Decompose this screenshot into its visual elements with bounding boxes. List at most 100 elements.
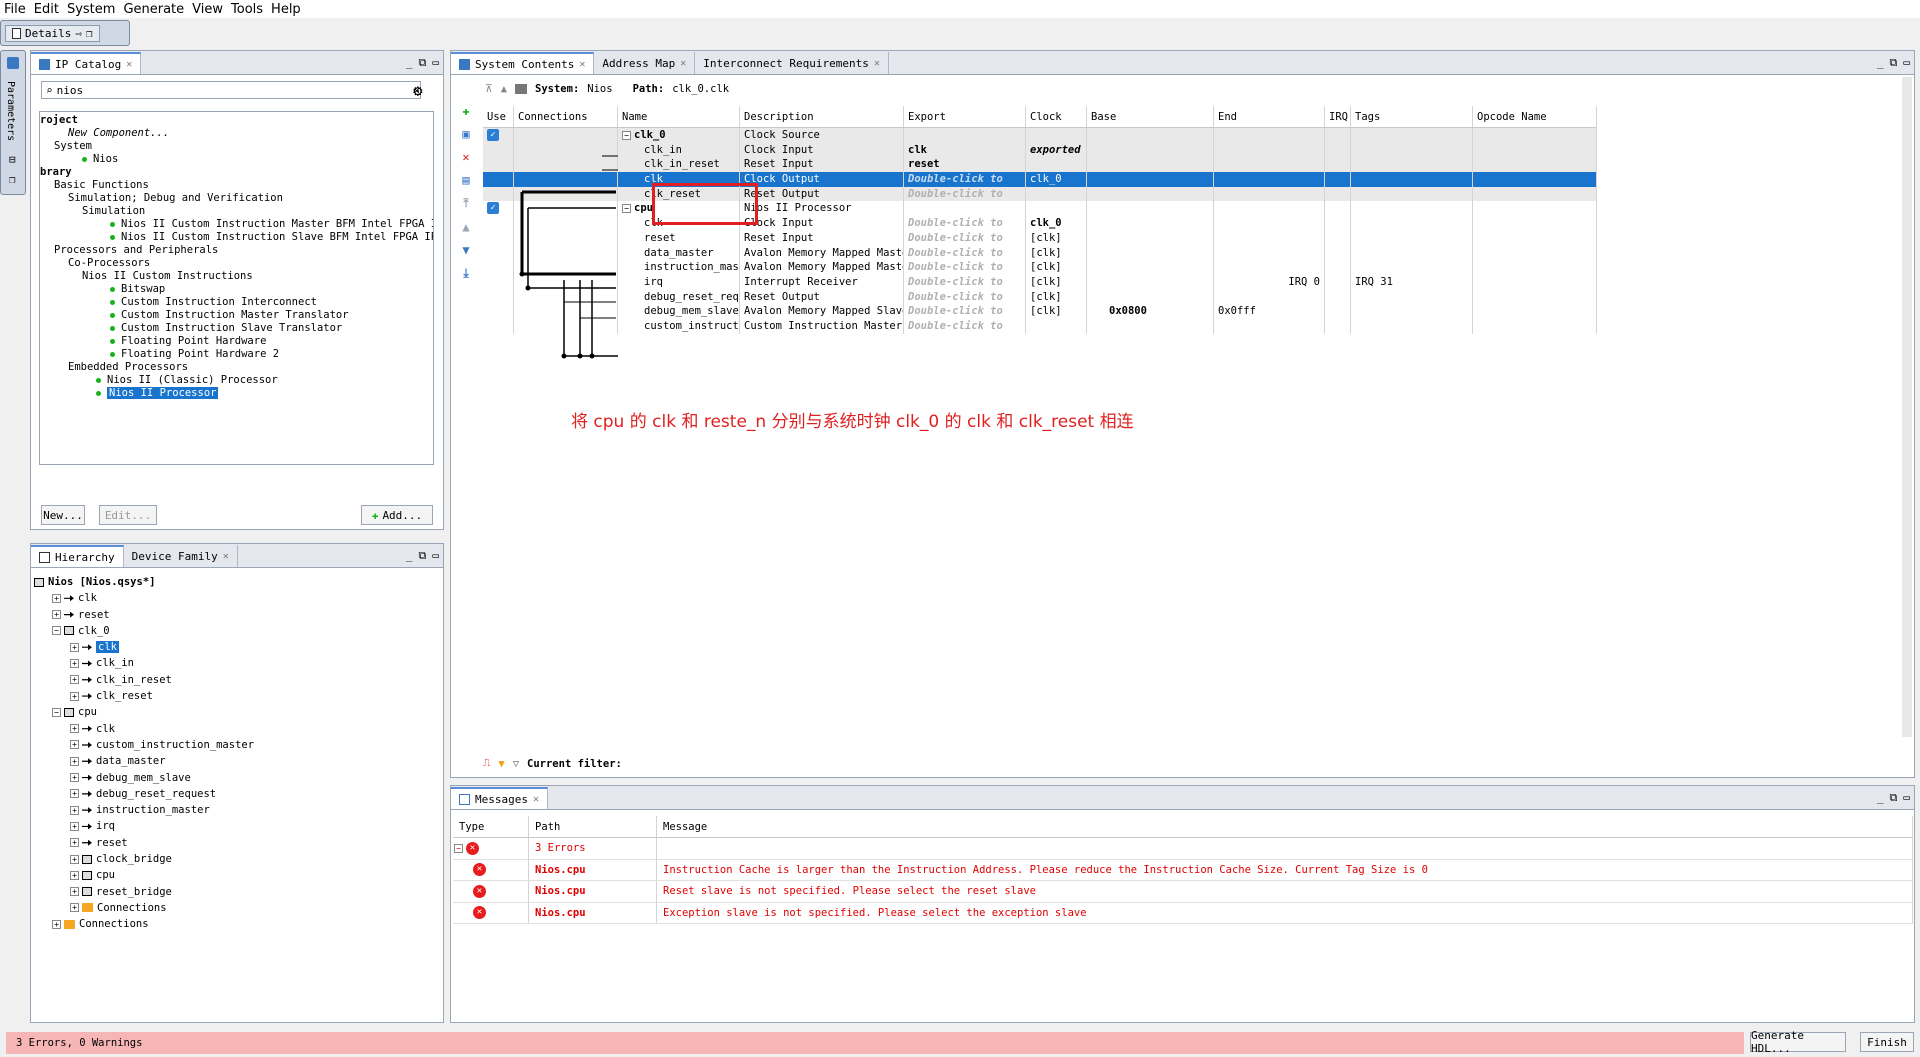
- row-export[interactable]: Double-click to: [904, 216, 1026, 231]
- col-base[interactable]: Base: [1087, 106, 1214, 127]
- add-button[interactable]: ✚ Add...: [361, 505, 433, 525]
- table-row[interactable]: reset Reset Input Double-click to [clk]: [483, 230, 1597, 246]
- hierarchy-item[interactable]: Nios [Nios.qsys*]: [34, 574, 439, 590]
- parameters-icon[interactable]: [7, 57, 19, 69]
- collapse-icon[interactable]: −: [454, 843, 463, 853]
- catalog-tree-item[interactable]: Nios: [40, 153, 433, 166]
- move-down-icon[interactable]: ▼: [462, 243, 469, 257]
- use-checkbox[interactable]: ✓: [487, 202, 499, 215]
- row-clock[interactable]: [clk]: [1026, 289, 1087, 305]
- hierarchy-item[interactable]: + clk: [34, 639, 439, 655]
- row-clock[interactable]: [clk]: [1026, 245, 1087, 261]
- hierarchy-item[interactable]: + reset: [34, 607, 439, 623]
- detach-icon[interactable]: ⧉: [419, 549, 427, 563]
- filter-clear-icon[interactable]: ▽: [513, 758, 519, 770]
- row-clock[interactable]: clk_0: [1026, 216, 1087, 231]
- remove-icon[interactable]: ✕: [462, 150, 469, 164]
- menu-view[interactable]: View: [188, 2, 227, 17]
- hierarchy-item[interactable]: + clk_in: [34, 655, 439, 671]
- row-clock[interactable]: [clk]: [1026, 274, 1087, 290]
- tab-system-contents[interactable]: System Contents ✕: [451, 52, 595, 74]
- collapse-all-icon[interactable]: ⊼: [485, 83, 493, 95]
- move-top-icon[interactable]: ⤒: [463, 196, 468, 211]
- expand-icon[interactable]: +: [70, 821, 79, 831]
- catalog-tree-item[interactable]: Nios II Custom Instruction Slave BFM Int…: [40, 231, 433, 244]
- tab-ip-catalog[interactable]: IP Catalog ✕: [31, 52, 142, 74]
- catalog-tree-item[interactable]: Embedded Processors: [40, 361, 433, 374]
- menu-generate[interactable]: Generate: [119, 2, 188, 17]
- table-row[interactable]: ✓ − cpu Nios II Processor: [483, 201, 1597, 217]
- maximize-icon[interactable]: ▭: [1903, 56, 1910, 70]
- catalog-tree-item[interactable]: Co-Processors: [40, 257, 433, 270]
- expand-icon[interactable]: +: [70, 854, 79, 864]
- col-use[interactable]: Use: [483, 106, 514, 127]
- col-opcode-name[interactable]: Opcode Name: [1473, 106, 1597, 127]
- col-export[interactable]: Export: [904, 106, 1026, 127]
- row-export[interactable]: Double-click to: [904, 230, 1026, 246]
- row-clock[interactable]: [1026, 128, 1087, 143]
- catalog-tree-item[interactable]: Simulation: [40, 205, 433, 218]
- maximize-icon[interactable]: ▭: [432, 56, 439, 70]
- hierarchy-item[interactable]: + Connections: [34, 900, 439, 916]
- expand-icon[interactable]: +: [70, 691, 79, 701]
- col-clock[interactable]: Clock: [1026, 106, 1087, 127]
- table-row[interactable]: custom_instructi...Custom Instruction Ma…: [483, 318, 1597, 334]
- tab-device-family[interactable]: Device Family ✕: [124, 545, 238, 567]
- row-export[interactable]: reset: [904, 157, 1026, 173]
- row-export[interactable]: Double-click to: [904, 318, 1026, 334]
- message-row[interactable]: ✕ Nios.cpu Reset slave is not specified. P…: [453, 881, 1913, 903]
- row-clock[interactable]: exported: [1026, 142, 1087, 158]
- move-bottom-icon[interactable]: ⤓: [463, 266, 468, 281]
- table-row[interactable]: clk_in Clock Input clk exported: [483, 142, 1597, 158]
- hierarchy-item[interactable]: + Connections: [34, 916, 439, 932]
- hierarchy-item[interactable]: + reset_bridge: [34, 884, 439, 900]
- minimize-icon[interactable]: _: [406, 549, 413, 563]
- up-icon[interactable]: ▲: [501, 83, 507, 95]
- catalog-tree-item[interactable]: Simulation; Debug and Verification: [40, 192, 433, 205]
- row-export[interactable]: Double-click to: [904, 172, 1026, 187]
- search-input[interactable]: [56, 83, 410, 97]
- col-message[interactable]: Message: [657, 816, 1913, 837]
- row-export[interactable]: [904, 201, 1026, 217]
- col-irq[interactable]: IRQ: [1325, 106, 1351, 127]
- catalog-tree-item[interactable]: Custom Instruction Slave Translator: [40, 322, 433, 335]
- expand-icon[interactable]: +: [70, 789, 79, 799]
- hierarchy-item[interactable]: + clk: [34, 590, 439, 606]
- parameters-label[interactable]: Parameters: [5, 81, 16, 141]
- catalog-tree-item[interactable]: Floating Point Hardware 2: [40, 348, 433, 361]
- menu-file[interactable]: File: [0, 2, 30, 17]
- expand-icon[interactable]: +: [70, 642, 79, 652]
- tab-hierarchy[interactable]: Hierarchy: [31, 545, 124, 567]
- catalog-tree-item[interactable]: Bitswap: [40, 283, 433, 296]
- row-clock[interactable]: [1026, 318, 1087, 334]
- close-icon[interactable]: ✕: [680, 58, 686, 69]
- catalog-tree-item[interactable]: Custom Instruction Master Translator: [40, 309, 433, 322]
- restore-icon[interactable]: ❐: [9, 173, 16, 186]
- table-row[interactable]: data_master Avalon Memory Mapped Master Do…: [483, 245, 1597, 261]
- table-row[interactable]: debug_mem_slave Avalon Memory Mapped Slav…: [483, 304, 1597, 319]
- col-name[interactable]: Name: [618, 106, 740, 127]
- expand-icon[interactable]: +: [52, 593, 61, 603]
- row-clock[interactable]: [clk]: [1026, 304, 1087, 319]
- message-row[interactable]: ✕ Nios.cpu Instruction Cache is larger tha…: [453, 859, 1913, 881]
- table-row[interactable]: instruction_masterAvalon Memory Mapped M…: [483, 260, 1597, 275]
- row-clock[interactable]: [clk]: [1026, 260, 1087, 275]
- expand-icon[interactable]: +: [70, 870, 79, 880]
- col-connections[interactable]: Connections: [514, 106, 618, 127]
- row-export[interactable]: Double-click to: [904, 289, 1026, 305]
- row-export[interactable]: Double-click to: [904, 186, 1026, 202]
- expand-icon[interactable]: +: [70, 887, 79, 897]
- expand-icon[interactable]: +: [70, 675, 79, 685]
- catalog-tree-item[interactable]: roject: [40, 114, 433, 127]
- collapse-icon[interactable]: −: [622, 203, 631, 213]
- pin-icon[interactable]: ⇨: [75, 27, 82, 40]
- close-icon[interactable]: ✕: [533, 794, 539, 805]
- row-export[interactable]: [904, 128, 1026, 143]
- duplicate-icon[interactable]: ▣: [462, 127, 469, 141]
- hierarchy-item[interactable]: − cpu: [34, 704, 439, 720]
- close-icon[interactable]: ✕: [126, 59, 132, 70]
- hierarchy-item[interactable]: + clk_reset: [34, 688, 439, 704]
- use-checkbox[interactable]: ✓: [487, 129, 499, 141]
- collapse-icon[interactable]: −: [52, 626, 61, 636]
- catalog-tree-item[interactable]: System: [40, 140, 433, 153]
